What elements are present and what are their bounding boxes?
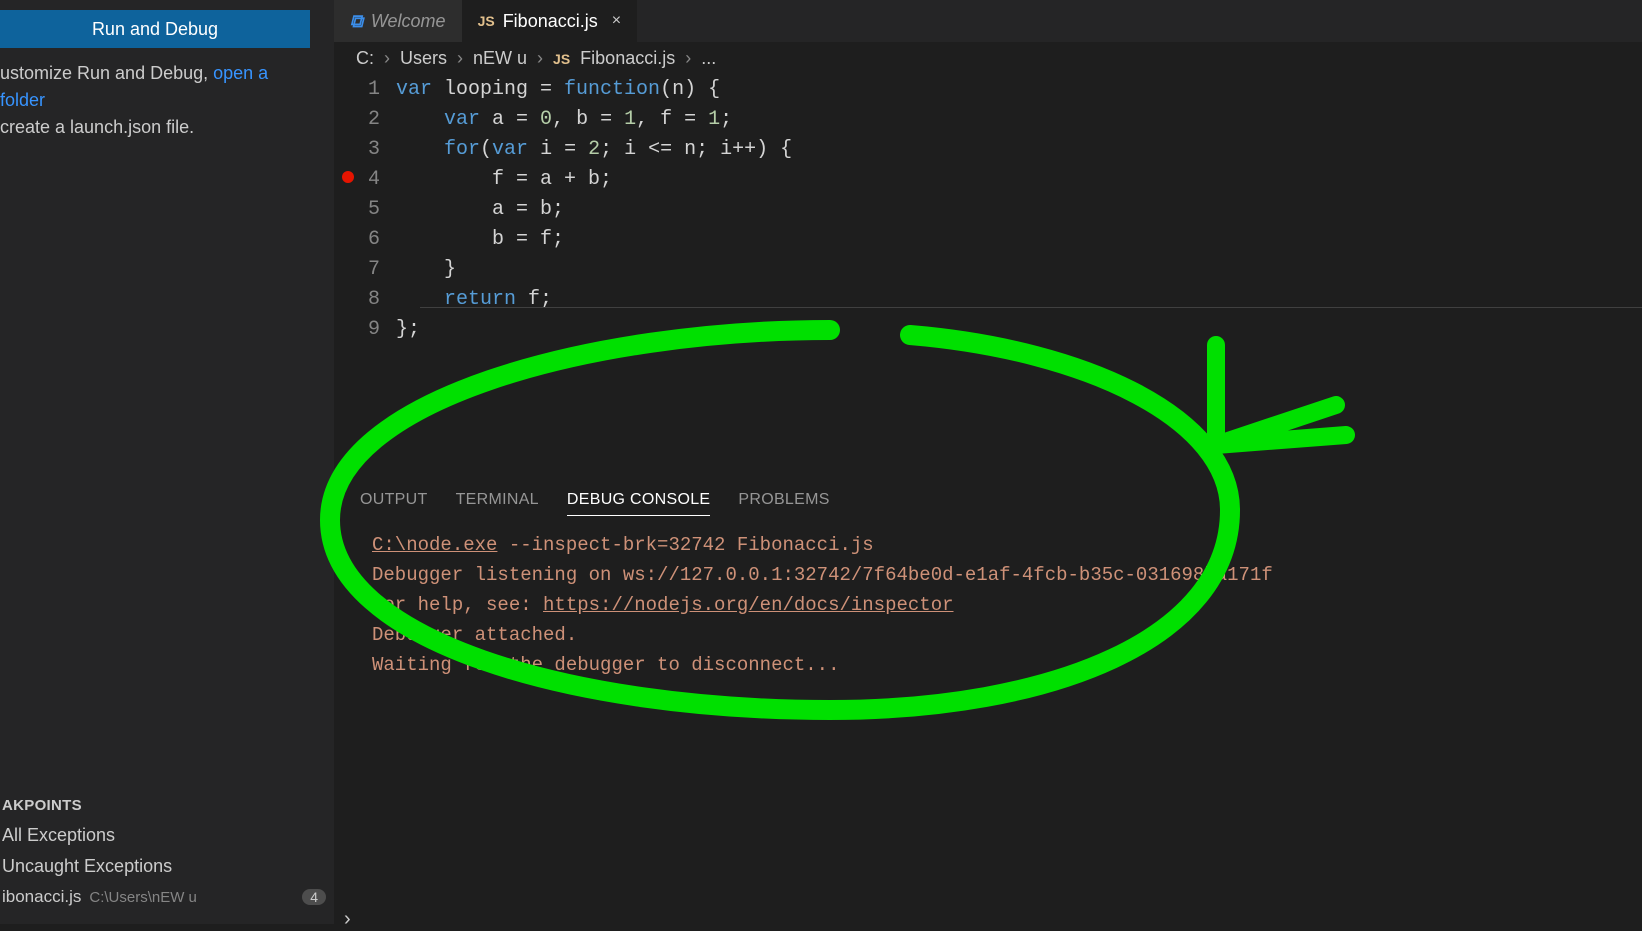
breakpoints-header[interactable]: AKPOINTS xyxy=(2,791,326,820)
chevron-right-icon: › xyxy=(384,48,390,69)
desc-text: ustomize Run and Debug, xyxy=(0,63,213,83)
breakpoint-file-item[interactable]: ibonacci.js C:\Users\nEW u 4 xyxy=(2,882,326,912)
tab-fibonacci[interactable]: JS Fibonacci.js × xyxy=(462,0,638,42)
tab-problems[interactable]: PROBLEMS xyxy=(738,485,829,516)
tab-fibonacci-label: Fibonacci.js xyxy=(503,11,598,32)
console-text: Debugger attached. xyxy=(372,620,1604,650)
statusbar: › xyxy=(334,914,361,924)
tab-terminal[interactable]: TERMINAL xyxy=(456,485,539,516)
breadcrumb-user[interactable]: nEW u xyxy=(473,48,527,69)
breakpoint-uncaught-exceptions[interactable]: Uncaught Exceptions xyxy=(2,851,326,882)
code-editor[interactable]: 1 2 3 4 5 6 7 8 9 var looping = function… xyxy=(334,75,1642,345)
breadcrumb-file[interactable]: Fibonacci.js xyxy=(580,48,675,69)
line-number: 3 xyxy=(334,135,380,165)
console-node-path[interactable]: C:\node.exe xyxy=(372,534,497,556)
sidebar-description: ustomize Run and Debug, open a folder cr… xyxy=(0,48,319,141)
close-icon[interactable]: × xyxy=(612,12,621,30)
editor-tabs: ⧉ Welcome JS Fibonacci.js × xyxy=(334,0,1642,42)
breakpoint-file-name: ibonacci.js xyxy=(2,887,81,907)
line-number: 8 xyxy=(334,285,380,315)
js-file-icon: JS xyxy=(478,13,495,29)
debug-console-output[interactable]: C:\node.exe --inspect-brk=32742 Fibonacc… xyxy=(334,516,1642,694)
line-number: 5 xyxy=(334,195,380,225)
js-file-icon: JS xyxy=(553,51,570,67)
chevron-right-icon[interactable]: › xyxy=(334,908,361,931)
line-number: 6 xyxy=(334,225,380,255)
chevron-right-icon: › xyxy=(537,48,543,69)
chevron-right-icon: › xyxy=(457,48,463,69)
breadcrumb-dots[interactable]: ... xyxy=(701,48,716,69)
tab-welcome[interactable]: ⧉ Welcome xyxy=(334,0,462,42)
desc-text-2: create a launch.json file. xyxy=(0,117,194,137)
selection-divider xyxy=(420,307,1642,308)
line-number: 7 xyxy=(334,255,380,285)
line-number: 4 xyxy=(334,165,380,195)
tab-welcome-label: Welcome xyxy=(371,11,446,32)
breakpoint-line-badge: 4 xyxy=(302,889,326,905)
console-text: --inspect-brk=32742 Fibonacci.js xyxy=(497,534,873,556)
panel-tabs: OUTPUT TERMINAL DEBUG CONSOLE PROBLEMS xyxy=(334,485,1642,516)
breadcrumb-c[interactable]: C: xyxy=(356,48,374,69)
breadcrumb-users[interactable]: Users xyxy=(400,48,447,69)
line-number: 9 xyxy=(334,315,380,345)
line-number: 2 xyxy=(334,105,380,135)
line-gutter: 1 2 3 4 5 6 7 8 9 xyxy=(334,75,396,345)
breakpoint-all-exceptions[interactable]: All Exceptions xyxy=(2,820,326,851)
tab-debug-console[interactable]: DEBUG CONSOLE xyxy=(567,485,711,516)
tab-output[interactable]: OUTPUT xyxy=(360,485,428,516)
line-number: 1 xyxy=(334,75,380,105)
code-content[interactable]: var looping = function(n) { var a = 0, b… xyxy=(396,75,792,345)
breakpoint-dot-icon[interactable] xyxy=(342,171,354,183)
console-text: Debugger listening on ws://127.0.0.1:327… xyxy=(372,560,1604,590)
run-and-debug-button[interactable]: Run and Debug xyxy=(0,10,310,48)
console-text: For help, see: xyxy=(372,594,543,616)
console-text: Waiting for the debugger to disconnect..… xyxy=(372,650,1604,680)
debug-sidebar: Run and Debug ustomize Run and Debug, op… xyxy=(0,0,334,924)
vscode-icon: ⧉ xyxy=(350,11,363,32)
breadcrumb[interactable]: C: › Users › nEW u › JS Fibonacci.js › ... xyxy=(334,42,1642,75)
console-help-link[interactable]: https://nodejs.org/en/docs/inspector xyxy=(543,594,953,616)
breakpoint-file-path: C:\Users\nEW u xyxy=(89,889,197,906)
chevron-right-icon: › xyxy=(685,48,691,69)
